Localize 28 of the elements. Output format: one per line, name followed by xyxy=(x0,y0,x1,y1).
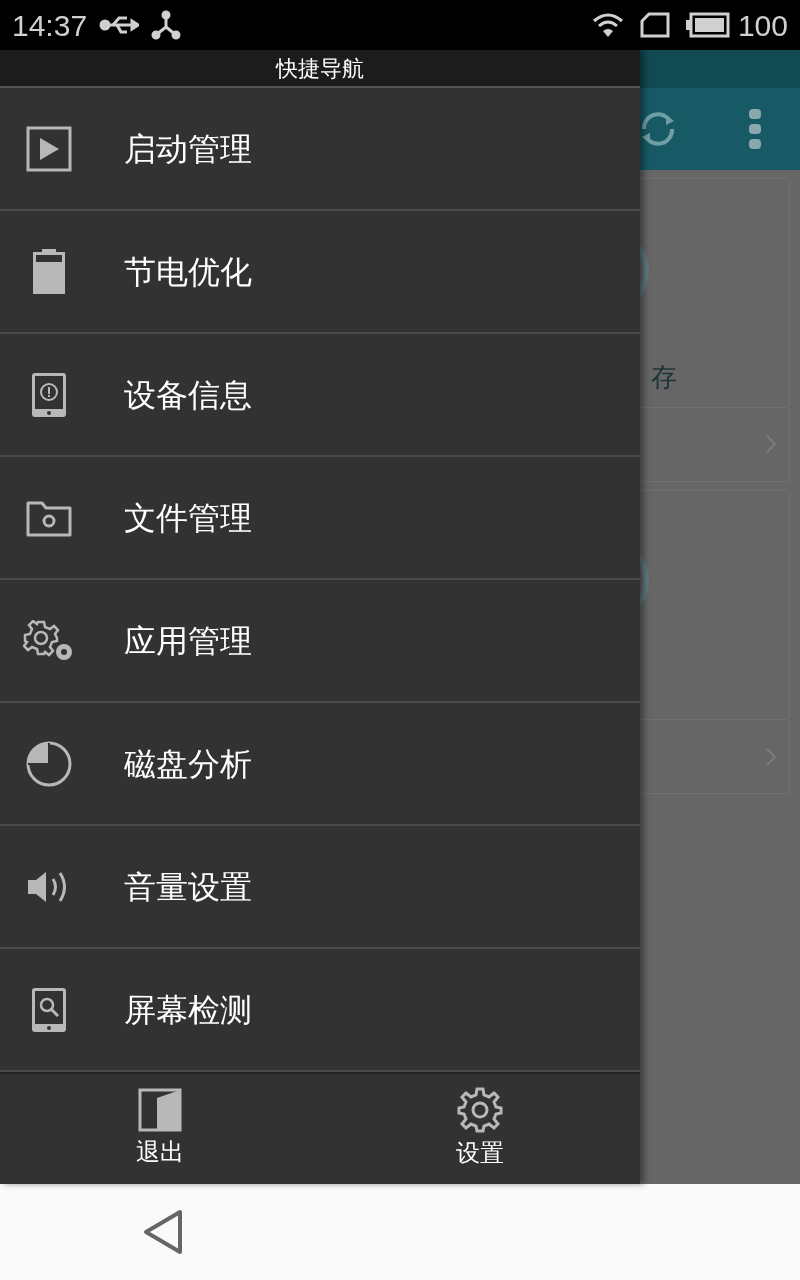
battery-icon xyxy=(32,248,66,295)
clock: 14:37 xyxy=(12,7,88,44)
play-icon xyxy=(26,125,72,172)
drawer-menu-item[interactable]: 音量设置 xyxy=(0,826,640,949)
drawer-footer-button[interactable]: 设置 xyxy=(320,1074,640,1184)
door-icon xyxy=(138,1088,182,1132)
back-icon[interactable] xyxy=(142,1209,184,1255)
drawer-menu-item[interactable]: 设备信息 xyxy=(0,334,640,457)
more-options-icon[interactable] xyxy=(748,107,762,151)
drawer-footer-button[interactable]: 退出 xyxy=(0,1074,320,1184)
drawer-menu-item[interactable]: 文件管理 xyxy=(0,457,640,580)
card-title: 存 xyxy=(650,361,677,394)
sim-card-icon xyxy=(639,12,670,38)
drawer-menu-item[interactable]: 屏幕检测 xyxy=(0,949,640,1072)
drawer-menu-item[interactable]: 应用管理 xyxy=(0,580,640,703)
tablet-search-icon xyxy=(31,986,67,1033)
tablet-info-icon xyxy=(31,371,67,418)
drawer-title: 快捷导航 xyxy=(276,54,364,83)
drawer-menu-item[interactable]: 磁盘分析 xyxy=(0,703,640,826)
gears-icon xyxy=(23,619,75,662)
share-icon xyxy=(151,10,182,40)
settings-icon xyxy=(457,1087,503,1133)
battery-icon xyxy=(685,12,730,38)
wifi-icon xyxy=(591,12,624,38)
pie-chart-icon xyxy=(26,740,72,787)
drawer-menu-item[interactable]: 节电优化 xyxy=(0,211,640,334)
drawer-menu-item[interactable]: 启动管理 xyxy=(0,88,640,211)
battery-percentage: 100 xyxy=(737,7,788,44)
